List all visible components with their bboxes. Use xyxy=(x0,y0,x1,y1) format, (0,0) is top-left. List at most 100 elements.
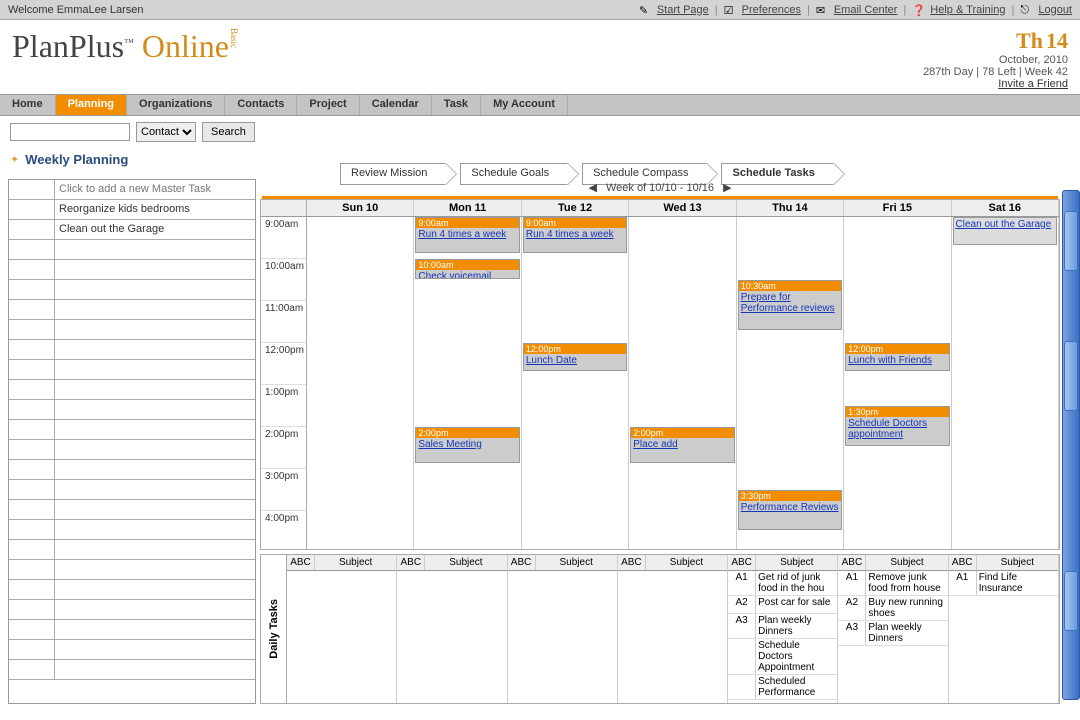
event[interactable]: 2:00pmSales Meeting xyxy=(415,427,519,463)
tab-home[interactable]: Home xyxy=(0,95,56,115)
master-task-row[interactable] xyxy=(9,400,255,420)
day-fri[interactable]: 12:00pmLunch with Friends 1:30pmSchedule… xyxy=(844,217,951,549)
master-task-row[interactable] xyxy=(9,560,255,580)
event-time: 10:00am xyxy=(416,260,518,270)
master-task-row[interactable] xyxy=(9,440,255,460)
master-task-row[interactable] xyxy=(9,360,255,380)
master-task-row[interactable] xyxy=(9,320,255,340)
dt-row[interactable]: A3Plan weekly Dinners xyxy=(728,614,837,639)
tab-contacts[interactable]: Contacts xyxy=(225,95,297,115)
dt-wed[interactable]: ABCSubject xyxy=(618,555,728,703)
help-link[interactable]: Help & Training xyxy=(930,4,1005,16)
event-title: Lunch with Friends xyxy=(846,354,948,367)
master-task-row[interactable] xyxy=(9,260,255,280)
start-page-link[interactable]: Start Page xyxy=(657,4,709,16)
day-sun[interactable] xyxy=(307,217,414,549)
day-sat[interactable]: Clean out the Garage xyxy=(952,217,1059,549)
event[interactable]: 1:30pmSchedule Doctors appointment xyxy=(845,406,949,446)
dt-row[interactable]: Scheduled Performance xyxy=(728,675,837,700)
event[interactable]: 9:00amRun 4 times a week xyxy=(523,217,627,253)
tab-planning[interactable]: Planning xyxy=(56,95,127,115)
dt-fri[interactable]: ABCSubject A1Remove junk food from house… xyxy=(838,555,948,703)
event[interactable]: 2:00pmPlace add xyxy=(630,427,734,463)
event[interactable]: 10:00amCheck voicemail xyxy=(415,259,519,279)
next-week-button[interactable]: ▶ xyxy=(717,182,737,194)
dt-priority: A2 xyxy=(838,596,866,620)
day-header-sat: Sat 16 xyxy=(952,200,1059,216)
dt-row[interactable]: A3Plan weekly Dinners xyxy=(838,621,947,646)
event[interactable]: 9:00amRun 4 times a week xyxy=(415,217,519,253)
dt-row[interactable]: A1Remove junk food from house xyxy=(838,571,947,596)
day-mon[interactable]: 9:00amRun 4 times a week 10:00amCheck vo… xyxy=(414,217,521,549)
email-center-link[interactable]: Email Center xyxy=(834,4,898,16)
help-icon: ❓ xyxy=(912,4,924,16)
tab-project[interactable]: Project xyxy=(297,95,359,115)
master-task-row[interactable] xyxy=(9,620,255,640)
dt-row[interactable]: A2Buy new running shoes xyxy=(838,596,947,621)
calendar-body[interactable]: 9:00am 10:00am 11:00am 12:00pm 1:00pm 2:… xyxy=(261,217,1059,549)
master-task-row[interactable] xyxy=(9,300,255,320)
dt-sat[interactable]: ABCSubject A1Find Life Insurance xyxy=(949,555,1059,703)
dt-text: Scheduled Performance xyxy=(756,675,837,699)
tab-my-account[interactable]: My Account xyxy=(481,95,568,115)
search-button[interactable]: Search xyxy=(202,122,255,142)
daily-tasks-label: Daily Tasks xyxy=(261,555,287,703)
logout-link[interactable]: Logout xyxy=(1038,4,1072,16)
master-task-row[interactable] xyxy=(9,600,255,620)
master-task-add[interactable]: Click to add a new Master Task xyxy=(9,180,255,200)
dt-row[interactable]: Schedule Doctors Appointment xyxy=(728,639,837,675)
event[interactable]: 10:30amPrepare for Performance reviews xyxy=(738,280,842,330)
scroll-thumb[interactable] xyxy=(1064,211,1078,271)
day-thu[interactable]: 10:30amPrepare for Performance reviews 3… xyxy=(737,217,844,549)
scroll-thumb[interactable] xyxy=(1064,571,1078,631)
scrollbar-vertical[interactable] xyxy=(1062,190,1080,700)
master-task-row[interactable] xyxy=(9,540,255,560)
time-label: 11:00am xyxy=(261,301,306,343)
dt-row[interactable]: A1Get rid of junk food in the hou xyxy=(728,571,837,596)
day-tue[interactable]: 9:00amRun 4 times a week 12:00pmLunch Da… xyxy=(522,217,629,549)
master-task-row[interactable]: Clean out the Garage xyxy=(9,220,255,240)
dt-row[interactable]: A1Find Life Insurance xyxy=(949,571,1058,596)
tab-task[interactable]: Task xyxy=(432,95,481,115)
dt-priority: A1 xyxy=(728,571,756,595)
dt-row[interactable]: A2Post car for sale xyxy=(728,596,837,614)
master-task-row[interactable] xyxy=(9,660,255,680)
event[interactable]: 12:00pmLunch Date xyxy=(523,343,627,371)
master-task-hint: Click to add a new Master Task xyxy=(55,180,255,199)
master-task-row[interactable] xyxy=(9,380,255,400)
master-task-row[interactable] xyxy=(9,340,255,360)
search-input[interactable] xyxy=(10,123,130,141)
search-type-select[interactable]: Contact xyxy=(136,122,196,142)
master-task-row[interactable] xyxy=(9,580,255,600)
master-task-row[interactable] xyxy=(9,240,255,260)
preferences-link[interactable]: Preferences xyxy=(742,4,801,16)
dt-abc-header: ABC xyxy=(949,555,977,570)
day-wed[interactable]: 2:00pmPlace add xyxy=(629,217,736,549)
master-task-row[interactable] xyxy=(9,280,255,300)
event-allday[interactable]: Clean out the Garage xyxy=(953,217,1057,245)
time-label: 10:00am xyxy=(261,259,306,301)
tab-calendar[interactable]: Calendar xyxy=(360,95,432,115)
tab-organizations[interactable]: Organizations xyxy=(127,95,225,115)
event[interactable]: 3:30pmPerformance Reviews xyxy=(738,490,842,530)
dt-abc-header: ABC xyxy=(508,555,536,570)
invite-friend-link[interactable]: Invite a Friend xyxy=(923,78,1068,90)
event[interactable]: 12:00pmLunch with Friends xyxy=(845,343,949,371)
logo: PlanPlus™ OnlineBasic xyxy=(12,28,239,90)
dt-tue[interactable]: ABCSubject xyxy=(508,555,618,703)
master-task-row[interactable] xyxy=(9,640,255,660)
master-task-row[interactable] xyxy=(9,480,255,500)
master-tasks-panel: Click to add a new Master Task Reorganiz… xyxy=(8,179,256,704)
master-task-row[interactable] xyxy=(9,520,255,540)
master-task-row[interactable]: Reorganize kids bedrooms xyxy=(9,200,255,220)
master-task-row[interactable] xyxy=(9,460,255,480)
master-task-row[interactable] xyxy=(9,500,255,520)
calendar-grid: Sun 10 Mon 11 Tue 12 Wed 13 Thu 14 Fri 1… xyxy=(260,199,1060,550)
prev-week-button[interactable]: ◀ xyxy=(582,182,602,194)
scroll-thumb[interactable] xyxy=(1064,341,1078,411)
event-time: 9:00am xyxy=(524,218,626,228)
dt-thu[interactable]: ABCSubject A1Get rid of junk food in the… xyxy=(728,555,838,703)
master-task-row[interactable] xyxy=(9,420,255,440)
dt-sun[interactable]: ABCSubject xyxy=(287,555,397,703)
dt-mon[interactable]: ABCSubject xyxy=(397,555,507,703)
